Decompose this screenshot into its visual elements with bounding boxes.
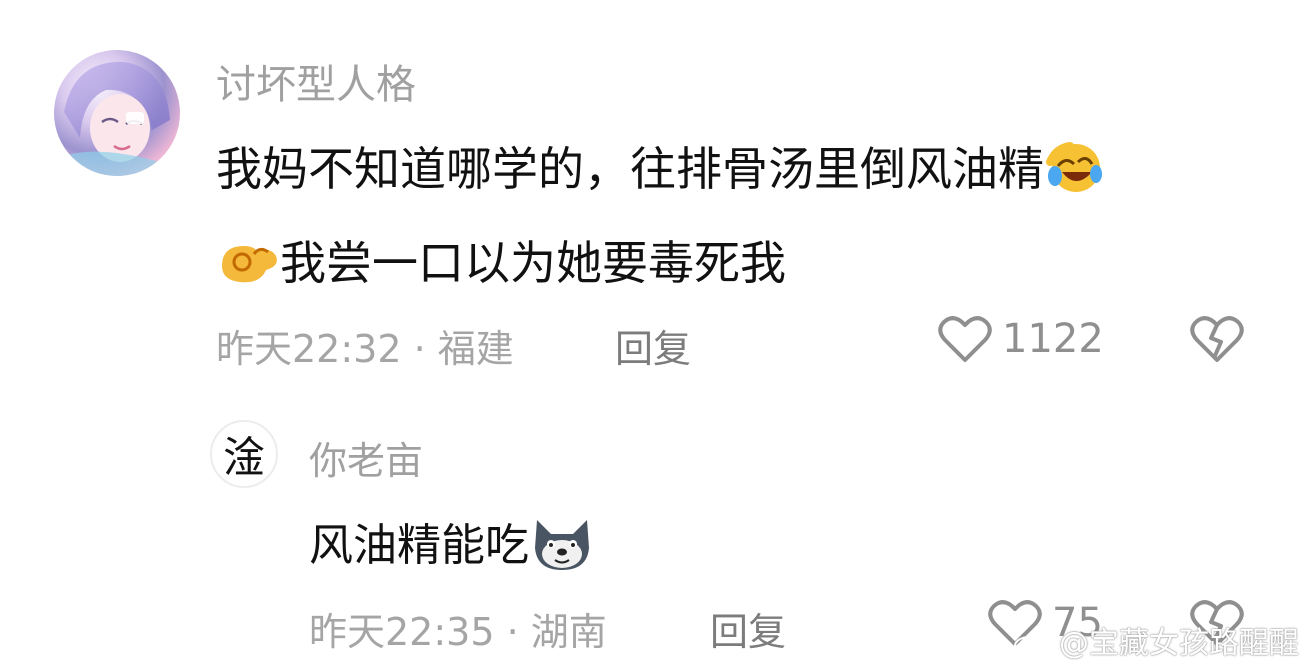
watermark: @宝藏女孩路醒醒 [1013, 618, 1299, 662]
weibo-logo-icon [1014, 632, 1048, 656]
watermark-text: @宝藏女孩路醒醒 [1059, 626, 1299, 661]
comment-username[interactable]: 你老亩 [309, 430, 423, 485]
reply-button[interactable]: 回复 [615, 318, 691, 373]
comment-username[interactable]: 讨坏型人格 [216, 52, 416, 110]
doge-emoji-icon [529, 514, 595, 583]
laughing-crying-emoji-icon [1044, 140, 1104, 205]
comment-text-line: 我妈不知道哪学的，往排骨汤里倒风油精 [216, 133, 1104, 205]
comment-text-line: 我尝一口以为她要毒死我 [216, 227, 786, 297]
ok-hand-emoji-icon [216, 236, 280, 297]
heart-icon [938, 316, 992, 362]
broken-heart-icon [1190, 316, 1244, 362]
avatar-char: 淦 [222, 432, 265, 482]
comment-text: 风油精能吃 [309, 520, 529, 571]
comment-text: 我尝一口以为她要毒死我 [280, 236, 786, 290]
comment-time-location: 昨天22:32 · 福建 [216, 327, 514, 371]
avatar[interactable] [54, 50, 180, 176]
anime-avatar-icon [54, 61, 180, 176]
comment-text: 我妈不知道哪学的，往排骨汤里倒风油精 [216, 142, 1044, 196]
avatar[interactable]: 淦 [210, 420, 278, 488]
like-count: 1122 [1002, 316, 1104, 362]
comment-time-location: 昨天22:35 · 湖南 [309, 610, 607, 654]
comment-text-line: 风油精能吃 [309, 509, 595, 583]
like-button[interactable]: 1122 [938, 314, 1104, 364]
dislike-button[interactable] [1190, 314, 1244, 368]
reply-button[interactable]: 回复 [710, 601, 786, 656]
